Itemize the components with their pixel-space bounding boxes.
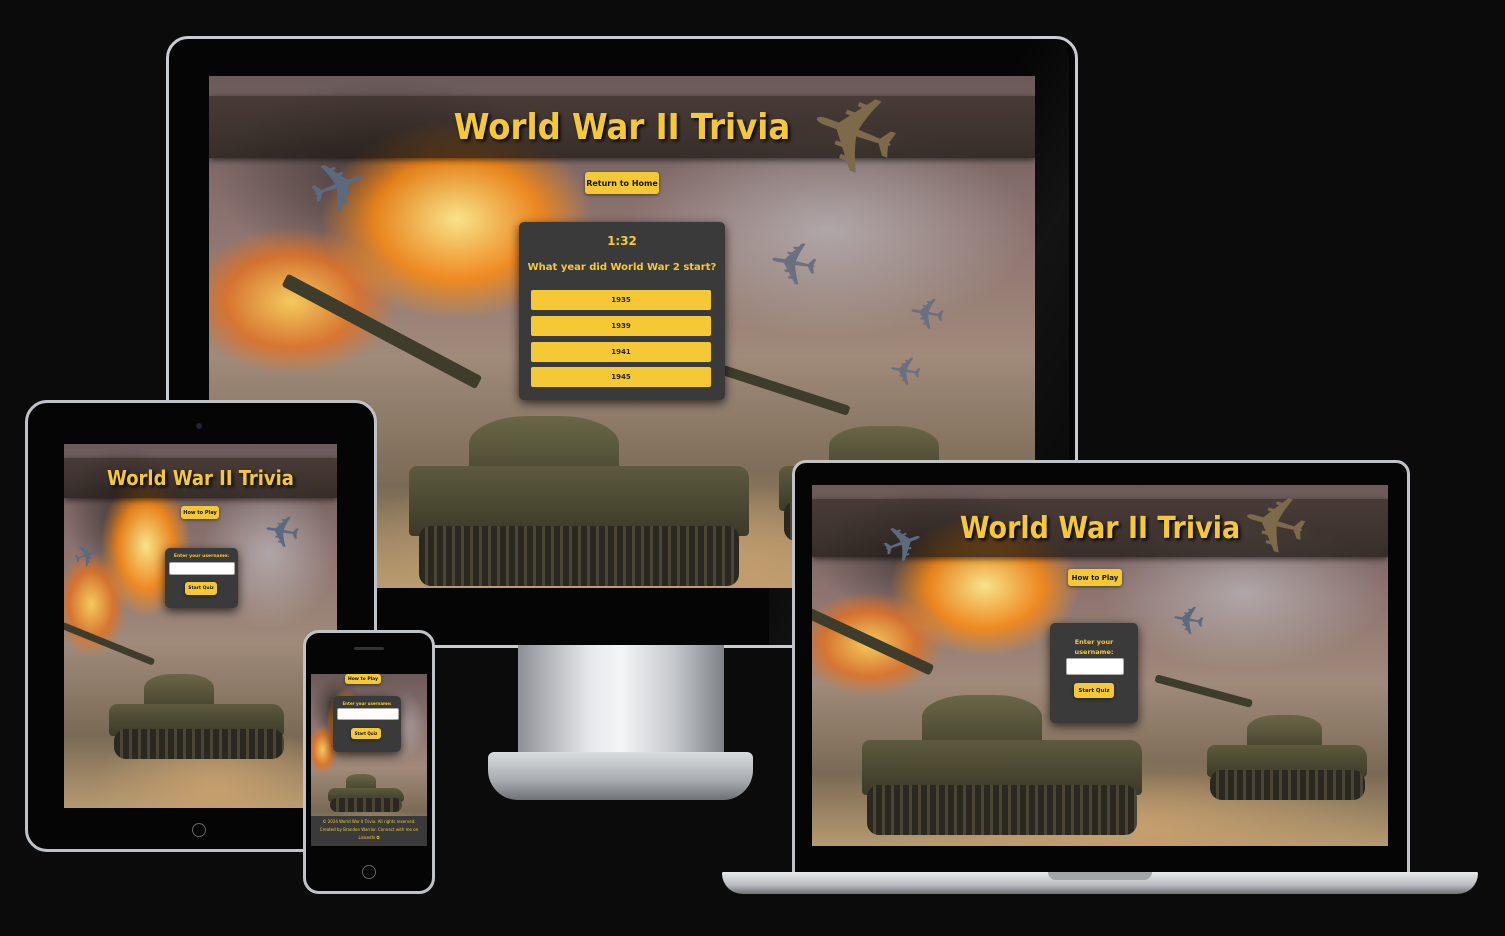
responsive-mockup: { "app": { "title": "World War II Trivia… bbox=[0, 0, 1505, 936]
username-input[interactable] bbox=[169, 562, 235, 575]
username-input[interactable] bbox=[1066, 658, 1124, 675]
login-card: Enter your username: Start Quiz bbox=[165, 548, 238, 608]
plane-icon: ✈ bbox=[885, 343, 927, 395]
laptop-notch bbox=[1048, 872, 1152, 880]
plane-icon: ✈ bbox=[68, 535, 105, 578]
start-quiz-button[interactable]: Start Quiz bbox=[1074, 683, 1114, 698]
tank-illustration bbox=[281, 273, 769, 588]
tank-illustration bbox=[64, 621, 294, 764]
home-button-icon bbox=[192, 823, 206, 837]
home-button-icon bbox=[362, 865, 376, 879]
plane-icon: ✈ bbox=[1168, 592, 1210, 644]
quiz-timer: 1:32 bbox=[607, 234, 637, 248]
how-to-play-button[interactable]: How to Play bbox=[345, 674, 381, 684]
plane-icon: ✈ bbox=[904, 283, 951, 340]
login-card: Enter your username: Start Quiz bbox=[333, 696, 401, 752]
footer-credit: Created by Brandon Warrior. Connect with… bbox=[319, 827, 419, 832]
tablet-header: World War II Trivia bbox=[64, 458, 337, 498]
monitor-base bbox=[488, 752, 753, 800]
laptop-screen: World War II Trivia ✈ ✈ ✈ How to Play En… bbox=[812, 485, 1388, 846]
speaker-slot bbox=[354, 647, 384, 650]
answer-button-1935[interactable]: 1935 bbox=[531, 290, 711, 310]
tank-illustration bbox=[1154, 674, 1372, 805]
tablet-screen: World War II Trivia ✈ ✈ How to Play Ente… bbox=[64, 444, 337, 808]
username-input[interactable] bbox=[337, 708, 399, 720]
plane-icon: ✈ bbox=[259, 501, 306, 558]
plane-icon: ✈ bbox=[763, 222, 825, 300]
quiz-card: 1:32 What year did World War 2 start? 19… bbox=[519, 222, 725, 400]
login-card: Enter your username: Start Quiz bbox=[1050, 623, 1138, 723]
start-quiz-button[interactable]: Start Quiz bbox=[185, 582, 217, 595]
page-title: World War II Trivia bbox=[453, 106, 791, 148]
linkedin-link[interactable]: LinkedIn ⧉ bbox=[311, 834, 427, 842]
return-home-button[interactable]: Return to Home bbox=[585, 172, 659, 194]
monitor-stand bbox=[518, 645, 724, 755]
username-label: Enter your username: bbox=[173, 554, 230, 559]
answer-button-1941[interactable]: 1941 bbox=[531, 342, 711, 362]
how-to-play-button[interactable]: How to Play bbox=[181, 506, 219, 519]
how-to-play-button[interactable]: How to Play bbox=[1068, 569, 1122, 586]
tank-illustration bbox=[326, 766, 406, 816]
username-label: Enter your username: bbox=[342, 701, 392, 706]
answer-button-1939[interactable]: 1939 bbox=[531, 316, 711, 336]
page-title: World War II Trivia bbox=[107, 466, 294, 490]
page-title: World War II Trivia bbox=[959, 510, 1241, 546]
username-label: Enter your username: bbox=[1074, 638, 1114, 656]
quiz-question: What year did World War 2 start? bbox=[527, 262, 717, 273]
answer-button-1945[interactable]: 1945 bbox=[531, 367, 711, 387]
camera-dot bbox=[196, 423, 202, 429]
phone-screen: How to Play Enter your username: Start Q… bbox=[311, 674, 427, 846]
footer: © 2024 World War II Trivia. All rights r… bbox=[311, 816, 427, 846]
start-quiz-button[interactable]: Start Quiz bbox=[351, 728, 381, 739]
footer-copyright: © 2024 World War II Trivia. All rights r… bbox=[322, 819, 416, 824]
